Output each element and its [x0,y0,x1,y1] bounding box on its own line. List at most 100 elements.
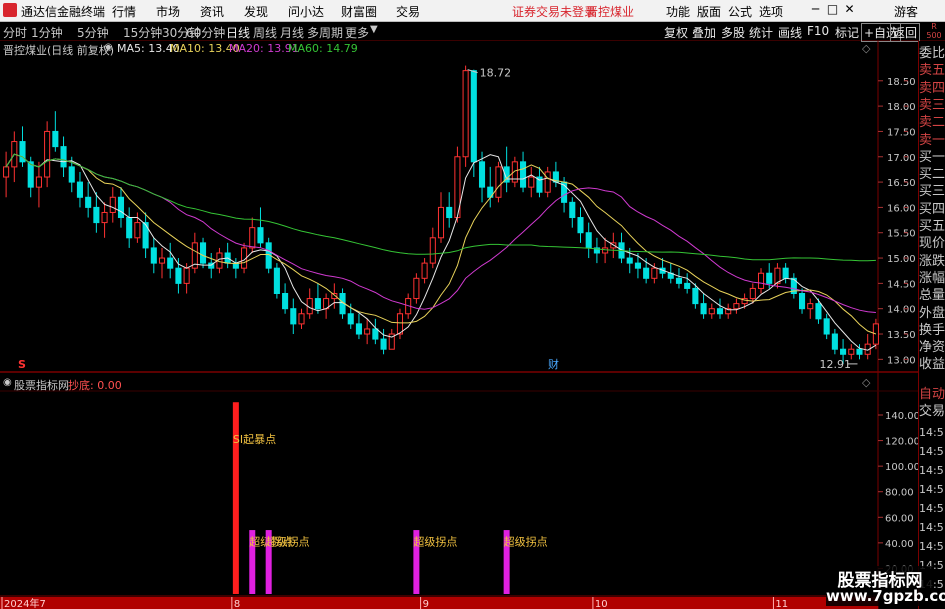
candle-body [782,267,789,279]
candle-body [831,333,838,350]
candle-body [273,267,280,295]
sell-marker: S [18,358,26,371]
candle-body [708,308,715,315]
candle-body [651,267,658,279]
trade-time: 14:5 [919,464,944,477]
sub-y-tick-label: 40.00 [885,539,914,550]
date-axis-band [0,597,878,609]
ma5-line [5,153,877,351]
candle-body [134,222,141,239]
candle-body [60,146,67,168]
candle-body [520,161,527,188]
candle-body [716,308,724,315]
quote-label: 涨跌 [919,253,945,269]
candle-body [167,257,174,269]
high-price-label: 18.72 [480,67,512,80]
candle-body [733,303,740,310]
candle-body [175,267,182,284]
corner-badge-r: R [931,22,937,31]
x-tick-label: 2024年7 [4,597,46,609]
candle-body [93,206,100,224]
y-tick-label: 18.50 [887,77,916,88]
candle-body [602,247,609,254]
candle-body [372,328,379,340]
candle-body [643,267,650,279]
finance-marker: 财 [548,357,559,371]
candle-body [462,70,469,158]
candle-body [117,196,125,219]
y-tick-label: 14.50 [887,279,916,290]
x-tick-label: 9 [423,599,429,609]
x-tick-label: 8 [234,599,240,609]
candle-body [848,348,855,355]
candle-body [528,176,535,188]
candle-body [76,181,83,198]
candle-body [700,303,707,315]
candle-body [577,217,584,234]
candle-body [470,70,477,163]
candle-body [856,348,863,355]
candle-body [413,277,420,300]
diamond-icon: ◇ [862,376,871,389]
candle-body [158,257,166,264]
candle-body [799,293,806,310]
low-price-label: 12.91 [819,358,851,371]
quote-label: 净资 [919,340,945,356]
sub-y-tick-label: 60.00 [885,513,914,524]
quote-label: 收益 [919,357,945,373]
quote-label: 买五 [919,219,945,234]
quote-label: 卖四 [919,80,945,96]
signal-bar-label: SI起暴点 [233,433,276,446]
candle-body [815,303,822,320]
quote-panel: 委比 卖五 卖四 卖三 卖二 卖一 买一 买二 买三 买四 买五 现价 涨跌 涨幅 总量 外盘 换手 净资 收益 自动… [918,41,945,609]
candle-body [823,318,830,335]
quote-label: 买三 [919,184,945,200]
candle-body [634,262,641,269]
chart-grid [0,41,918,609]
y-tick-label: 13.00 [887,355,916,366]
candle-body [757,272,765,289]
date-axis: 2024年789101112 [0,597,944,609]
y-tick-label: 16.00 [887,203,916,214]
corner-badge: R 500 [924,22,944,40]
y-tick-label: 15.50 [887,229,916,240]
sub-y-tick-label: 80.00 [885,488,914,499]
candle-body [52,130,59,148]
candle-body [872,323,879,345]
candle-body [495,166,502,198]
signal-bar-label: 超级拐点 [413,534,457,548]
candle-body [126,217,133,239]
trade-time: 14:5 [919,521,944,534]
x-tick-label: 11 [775,599,788,609]
trade-time: 14:5 [919,483,944,496]
candle-body [749,287,756,300]
candle-body [626,257,633,264]
candle-body [85,196,92,208]
candle-body [282,293,289,310]
sub-y-tick-label: 140.00 [885,411,920,422]
candle-body [840,348,847,355]
sub-y-tick-label: 100.00 [885,462,920,473]
candle-body [478,161,486,188]
y-tick-label: 18.00 [887,102,916,113]
watermark-url: www.7gpzb.com [826,587,945,605]
diamond-icon: ◇ [862,42,871,55]
candlestick-series [3,65,879,364]
quote-label: 卖二 [919,115,945,131]
y-tick-label: 15.00 [887,254,916,265]
candle-body [44,130,51,178]
candle-body [766,272,773,284]
y-tick-label: 13.50 [887,330,916,341]
y-tick-label: 14.00 [887,305,916,316]
signal-bar [232,402,239,594]
candle-body [142,222,149,249]
auto-trade-label: 自动 [919,387,945,402]
candle-body [290,308,297,325]
kline-chart[interactable]: 18.50 18.00 17.50 17.00 16.50 16.00 15.50 15.00… [0,0,945,609]
candle-body [396,313,404,335]
quote-label: 涨幅 [919,270,945,286]
candle-body [675,277,683,284]
candle-body [807,303,814,310]
candle-body [3,166,10,178]
y-tick-label: 17.00 [887,153,916,164]
